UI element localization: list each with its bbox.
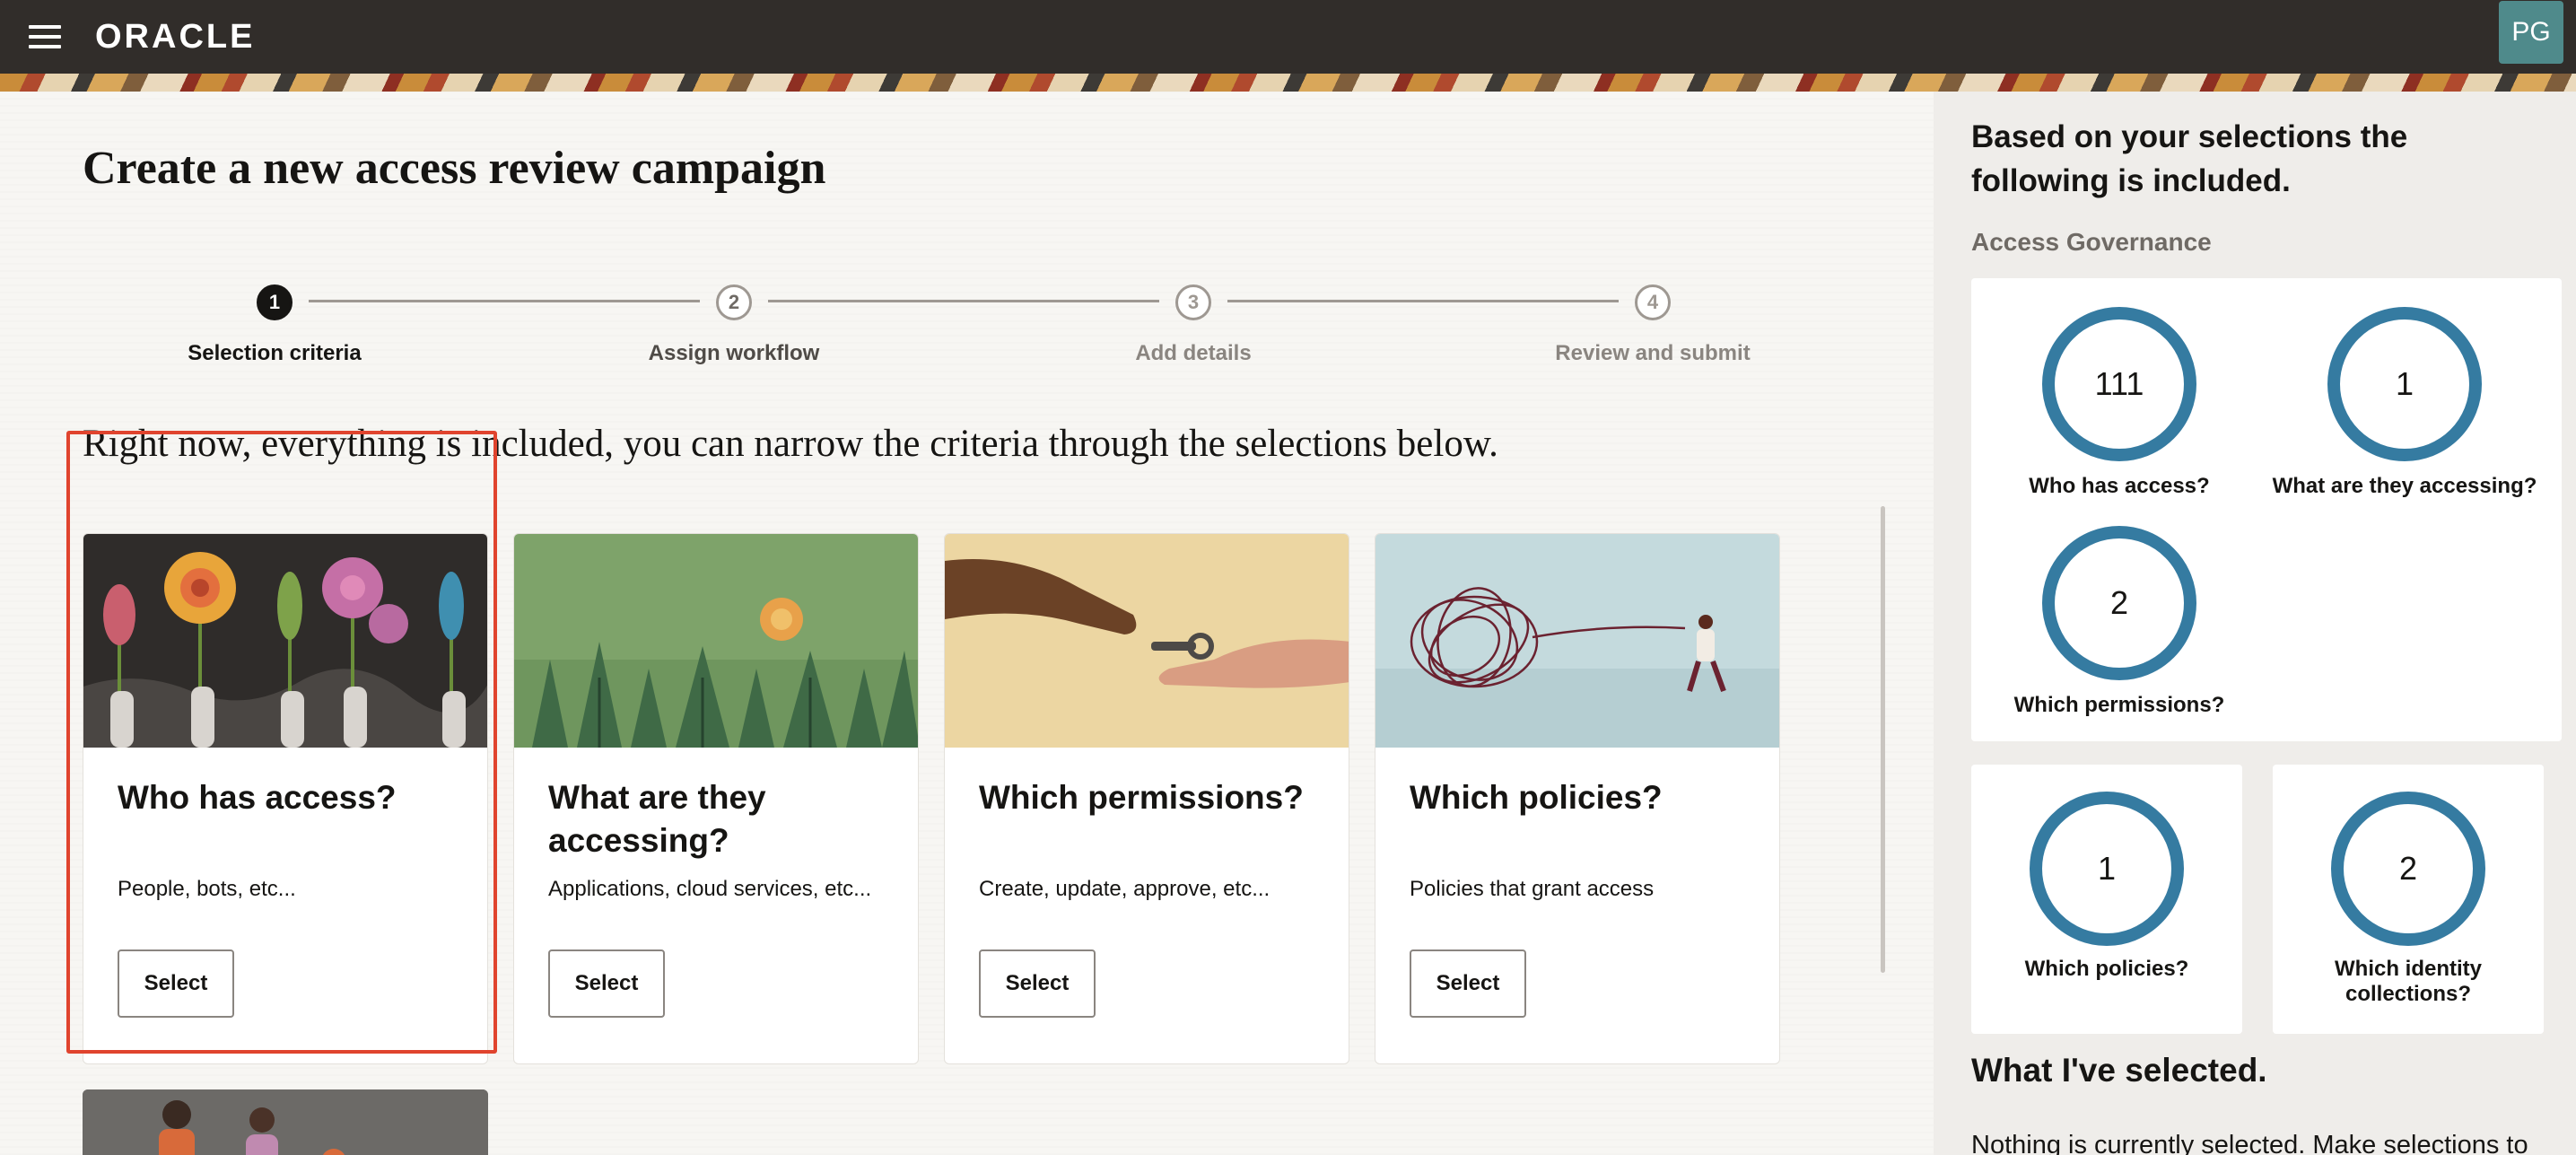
panel-heading: Based on your selections the following i… [1971,119,2408,198]
main-content: Create a new access review campaign 1 Se… [0,92,1934,1155]
user-avatar[interactable]: PG [2499,1,2563,64]
card-what-are-they-accessing[interactable]: What are they accessing? Applications, c… [513,533,919,1064]
card-illustration-flowers [83,534,487,748]
stat-which-identity-collections: 2 Which identity collections? [2260,765,2556,1034]
instruction-text: Right now, everything is included, you c… [83,423,1498,465]
stat-which-permissions: 2 Which permissions? [1971,497,2267,722]
select-which-policies-button[interactable]: Select [1410,949,1526,1018]
stat-label: Which identity collections? [2335,957,2482,1006]
step-number: 2 [716,284,752,320]
step-label: Add details [1135,341,1252,365]
stat-ring: 2 [2331,792,2485,946]
card-which-permissions[interactable]: Which permissions? Create, update, appro… [944,533,1349,1064]
card-who-has-access[interactable]: Who has access? People, bots, etc... Sel… [83,533,488,1064]
step-connector [768,300,1159,302]
step-label: Assign workflow [648,341,820,365]
hamburger-menu-icon[interactable] [27,20,63,54]
stat-what-are-they-accessing: 1 What are they accessing? [2257,278,2553,503]
card-title: What are they accessing? [548,779,766,859]
stat-label: What are they accessing? [2272,474,2537,498]
stat-ring: 2 [2042,526,2196,680]
step-number: 1 [257,284,293,320]
oracle-logo[interactable]: ORACLE [95,14,255,59]
summary-panel: Based on your selections the following i… [1934,92,2576,1155]
step-label: Review and submit [1555,341,1751,365]
step-number: 4 [1635,284,1671,320]
step-connector [309,300,700,302]
select-what-are-they-accessing-button[interactable]: Select [548,949,665,1018]
summary-box-primary: 111 Who has access? 1 What are they acce… [1971,278,2562,741]
select-which-permissions-button[interactable]: Select [979,949,1096,1018]
selected-status-text: Nothing is currently selected. Make sele… [1971,1131,2528,1155]
card-description: Policies that grant access [1410,877,1655,901]
card-which-policies[interactable]: Which policies? Policies that grant acce… [1375,533,1780,1064]
card-description: People, bots, etc... [118,877,296,901]
stat-who-has-access: 111 Who has access? [1971,278,2267,503]
step-connector [1227,300,1619,302]
panel-section-label: Access Governance [1971,228,2212,256]
step-label: Selection criteria [188,341,362,365]
card-illustration-key-handoff [945,534,1349,748]
scrollbar[interactable] [1881,506,1885,973]
card-title: Who has access? [118,779,397,816]
stat-ring: 1 [2030,792,2184,946]
stat-label: Who has access? [2029,474,2210,498]
stat-which-policies: 1 Which policies? [1959,765,2255,1034]
page-title: Create a new access review campaign [83,143,826,194]
stat-label: Which permissions? [2013,693,2225,717]
decorative-banner [0,74,2576,92]
card-title: Which policies? [1410,779,1663,816]
summary-box-identity-collections: 2 Which identity collections? [2273,765,2544,1034]
card-description: Applications, cloud services, etc... [548,877,872,901]
stat-ring: 1 [2327,307,2482,461]
top-bar: ORACLE PG [0,0,2576,74]
card-identity-collections-partial[interactable] [83,1089,488,1155]
select-who-has-access-button[interactable]: Select [118,949,234,1018]
card-illustration-forest [514,534,918,748]
stat-ring: 111 [2042,307,2196,461]
card-description: Create, update, approve, etc... [979,877,1271,901]
card-illustration-tangle [1375,534,1779,748]
card-title: Which permissions? [979,779,1304,816]
selected-heading: What I've selected. [1971,1052,2267,1089]
summary-box-policies: 1 Which policies? [1971,765,2242,1034]
step-number: 3 [1175,284,1211,320]
stat-label: Which policies? [2024,957,2189,981]
progress-stepper: 1 Selection criteria 2 Assign workflow 3… [0,280,1934,388]
